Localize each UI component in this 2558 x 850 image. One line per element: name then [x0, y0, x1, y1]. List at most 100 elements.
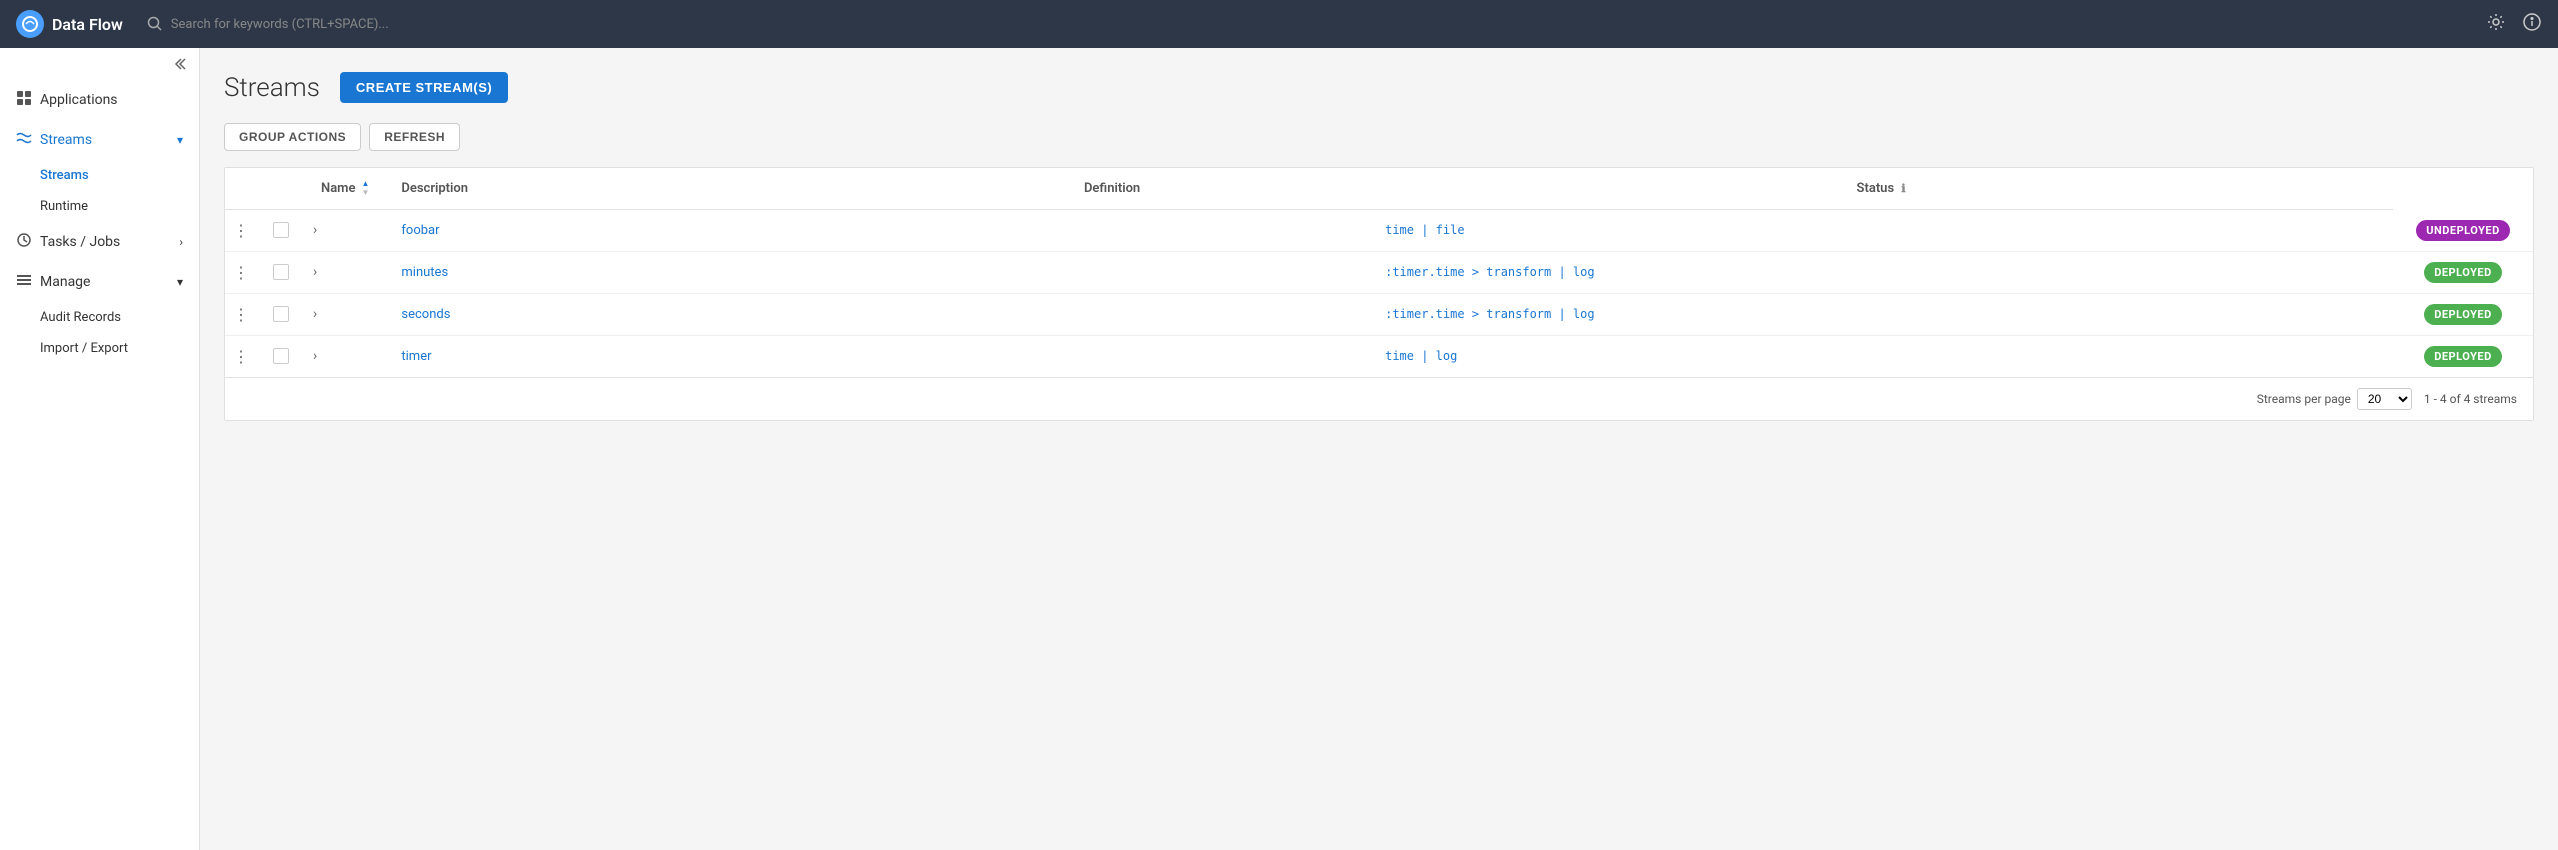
- th-description: Description: [385, 168, 1068, 210]
- sidebar-item-streams-label: Streams: [40, 132, 92, 148]
- app-logo[interactable]: Data Flow: [16, 10, 123, 38]
- stream-name-link[interactable]: foobar: [401, 223, 439, 238]
- row-definition: :timer.time > transform | log: [1385, 307, 1595, 321]
- row-expand-button[interactable]: ›: [309, 304, 321, 324]
- search-bar[interactable]: Search for keywords (CTRL+SPACE)...: [147, 16, 2462, 32]
- main-layout: Applications Streams ▾ Streams Runtime: [0, 0, 2558, 850]
- stream-name-link[interactable]: timer: [401, 349, 431, 364]
- streams-icon: [16, 130, 32, 150]
- th-name[interactable]: Name ▲ ▼: [305, 168, 385, 210]
- row-actions-cell: ⋮: [225, 293, 265, 335]
- row-definition: time | file: [1385, 223, 1464, 237]
- row-actions-cell: ⋮: [225, 251, 265, 293]
- th-definition: Definition: [1068, 168, 1369, 210]
- status-badge: DEPLOYED: [2424, 346, 2502, 367]
- row-expand-cell: ›: [305, 251, 385, 293]
- tasks-icon: [16, 232, 32, 252]
- row-definition: time | log: [1385, 349, 1457, 363]
- stream-name-link[interactable]: seconds: [401, 307, 450, 322]
- row-expand-cell: ›: [305, 335, 385, 377]
- row-actions-menu[interactable]: ⋮: [229, 303, 253, 326]
- app-name: Data Flow: [52, 15, 123, 34]
- table-header-row: Name ▲ ▼ Description Definition: [225, 168, 2533, 210]
- row-definition-cell: time | log: [1369, 335, 2393, 377]
- create-streams-button[interactable]: CREATE STREAM(S): [340, 72, 508, 103]
- row-checkbox[interactable]: [273, 222, 289, 238]
- row-actions-menu[interactable]: ⋮: [229, 261, 253, 284]
- sort-icons[interactable]: ▲ ▼: [361, 180, 369, 197]
- page-title: Streams: [224, 73, 320, 103]
- row-status-cell: DEPLOYED: [2393, 335, 2533, 377]
- row-description-cell: [1068, 293, 1369, 335]
- table-row: ⋮ › foobar time | file UNDEPLOYED: [225, 210, 2533, 252]
- logo-icon: [16, 10, 44, 38]
- sidebar-sub-item-import-export[interactable]: Import / Export: [0, 333, 199, 364]
- row-checkbox[interactable]: [273, 306, 289, 322]
- row-checkbox-cell: [265, 210, 305, 252]
- row-description-cell: [1068, 335, 1369, 377]
- topbar-actions: [2486, 12, 2542, 37]
- sidebar-item-applications[interactable]: Applications: [0, 80, 199, 120]
- sort-desc-icon[interactable]: ▼: [361, 189, 369, 197]
- row-description-cell: [1068, 251, 1369, 293]
- row-name-cell: foobar: [385, 210, 1068, 252]
- row-actions-cell: ⋮: [225, 210, 265, 252]
- sidebar-item-tasks-jobs[interactable]: Tasks / Jobs ›: [0, 222, 199, 262]
- row-definition-cell: :timer.time > transform | log: [1369, 293, 2393, 335]
- status-info-icon[interactable]: ℹ: [1901, 182, 1905, 195]
- per-page-selector: Streams per page 20 50 100: [2257, 388, 2412, 410]
- sidebar-sub-item-streams[interactable]: Streams: [0, 160, 199, 191]
- settings-icon[interactable]: [2486, 12, 2506, 37]
- row-actions-menu[interactable]: ⋮: [229, 219, 253, 242]
- sort-asc-icon[interactable]: ▲: [361, 180, 369, 188]
- row-expand-button[interactable]: ›: [309, 262, 321, 282]
- per-page-select-input[interactable]: 20 50 100: [2357, 388, 2412, 410]
- row-actions-cell: ⋮: [225, 335, 265, 377]
- row-checkbox[interactable]: [273, 348, 289, 364]
- per-page-label: Streams per page: [2257, 392, 2351, 406]
- row-name-cell: seconds: [385, 293, 1068, 335]
- row-expand-button[interactable]: ›: [309, 346, 321, 366]
- table-row: ⋮ › timer time | log DEPLOYED: [225, 335, 2533, 377]
- sidebar-item-manage[interactable]: Manage ▾: [0, 262, 199, 302]
- stream-name-link[interactable]: minutes: [401, 265, 448, 280]
- status-badge: DEPLOYED: [2424, 262, 2502, 283]
- sidebar-item-applications-label: Applications: [40, 92, 118, 108]
- row-definition: :timer.time > transform | log: [1385, 265, 1595, 279]
- topbar: Data Flow Search for keywords (CTRL+SPAC…: [0, 0, 2558, 48]
- table-row: ⋮ › seconds :timer.time > transform | lo…: [225, 293, 2533, 335]
- row-checkbox[interactable]: [273, 264, 289, 280]
- row-name-cell: minutes: [385, 251, 1068, 293]
- group-actions-button[interactable]: GROUP ACTIONS: [224, 123, 361, 151]
- applications-icon: [16, 90, 32, 110]
- status-badge: DEPLOYED: [2424, 304, 2502, 325]
- table-row: ⋮ › minutes :timer.time > transform | lo…: [225, 251, 2533, 293]
- main-content: Streams CREATE STREAM(S) GROUP ACTIONS R…: [200, 48, 2558, 850]
- toolbar: GROUP ACTIONS REFRESH: [224, 123, 2534, 151]
- pagination-info: 1 - 4 of 4 streams: [2424, 392, 2517, 406]
- row-expand-button[interactable]: ›: [309, 220, 321, 240]
- sidebar-sub-item-runtime[interactable]: Runtime: [0, 191, 199, 222]
- th-status: Status ℹ: [1369, 168, 2393, 210]
- row-checkbox-cell: [265, 251, 305, 293]
- collapse-sidebar-button[interactable]: [0, 48, 199, 80]
- sidebar-item-streams[interactable]: Streams ▾: [0, 120, 199, 160]
- row-actions-menu[interactable]: ⋮: [229, 345, 253, 368]
- streams-table-container: Name ▲ ▼ Description Definition: [224, 167, 2534, 421]
- row-status-cell: DEPLOYED: [2393, 251, 2533, 293]
- th-expand: [265, 168, 305, 210]
- streams-table: Name ▲ ▼ Description Definition: [225, 168, 2533, 377]
- manage-chevron-icon: ▾: [177, 275, 183, 289]
- sidebar-sub-item-audit-records[interactable]: Audit Records: [0, 302, 199, 333]
- th-checkbox: [225, 168, 265, 210]
- row-name-cell: timer: [385, 335, 1068, 377]
- row-checkbox-cell: [265, 293, 305, 335]
- info-icon[interactable]: [2522, 12, 2542, 37]
- manage-icon: [16, 272, 32, 292]
- sidebar-item-manage-label: Manage: [40, 274, 90, 290]
- refresh-button[interactable]: REFRESH: [369, 123, 460, 151]
- row-status-cell: DEPLOYED: [2393, 293, 2533, 335]
- row-definition-cell: time | file: [1369, 210, 2393, 252]
- streams-chevron-icon: ▾: [177, 133, 183, 147]
- search-placeholder: Search for keywords (CTRL+SPACE)...: [171, 17, 389, 32]
